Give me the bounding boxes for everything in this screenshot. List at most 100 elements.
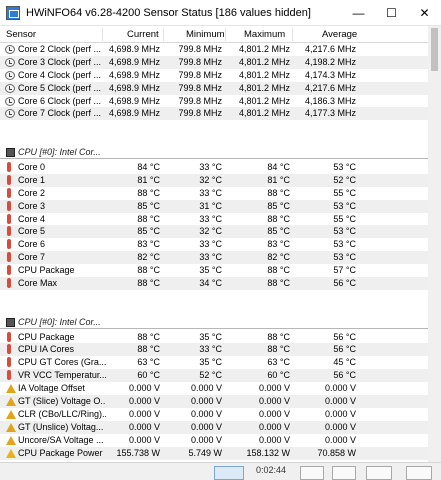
hwinfo-app-icon xyxy=(6,5,20,20)
thermometer-icon xyxy=(7,226,11,237)
minimize-button[interactable]: — xyxy=(342,0,375,26)
reset-button[interactable] xyxy=(366,466,392,480)
sensor-row[interactable]: CPU IA Cores 88 °C 33 °C 88 °C 56 °C xyxy=(0,343,428,357)
column-current[interactable]: Current xyxy=(127,26,159,43)
minimum-value: 34 °C xyxy=(199,278,222,289)
minimum-value: 0.000 V xyxy=(190,396,222,407)
current-value: 0.000 V xyxy=(128,408,160,419)
column-maximum[interactable]: Maximum xyxy=(244,26,285,43)
sensor-name: Core 1 xyxy=(18,174,46,185)
blank-row xyxy=(0,120,428,133)
current-value: 4,698.9 MHz xyxy=(108,95,160,106)
current-value: 83 °C xyxy=(137,239,160,250)
minimum-value: 31 °C xyxy=(199,200,222,211)
average-value: 0.000 V xyxy=(324,434,356,445)
thermometer-icon xyxy=(7,357,11,368)
sensors-layout-button[interactable] xyxy=(214,466,244,480)
sensor-row[interactable]: Core 4 88 °C 33 °C 88 °C 55 °C xyxy=(0,213,428,226)
sensor-row[interactable]: Core 2 Clock (perf ... 4,698.9 MHz 799.8 M… xyxy=(0,43,428,56)
sensor-row[interactable]: CLR (CBo/LLC/Ring)... 0.000 V 0.000 V 0.000… xyxy=(0,408,428,421)
current-value: 4,698.9 MHz xyxy=(108,108,160,119)
vertical-scrollbar[interactable] xyxy=(428,26,441,462)
sensor-name: Core 5 Clock (perf ... xyxy=(18,82,102,93)
maximum-value: 88 °C xyxy=(267,187,290,198)
maximum-value: 88 °C xyxy=(267,213,290,224)
current-value: 60 °C xyxy=(137,370,160,381)
column-divider[interactable] xyxy=(102,28,103,41)
column-divider[interactable] xyxy=(163,28,164,41)
sensor-row[interactable]: IA Cores Power153.629 W3.432 W153.629 W6… xyxy=(0,460,428,462)
minimum-value: 35 °C xyxy=(199,357,222,368)
minimum-value: 33 °C xyxy=(199,344,222,355)
voltage-icon xyxy=(6,422,16,432)
maximum-value: 4,801.2 MHz xyxy=(238,95,290,106)
column-sensor[interactable]: Sensor xyxy=(6,26,36,43)
column-average[interactable]: Average xyxy=(322,26,357,43)
close-button[interactable]: ✕ xyxy=(408,0,441,26)
sensor-row[interactable]: Core 6 83 °C 33 °C 83 °C 53 °C xyxy=(0,238,428,251)
average-value: 0.000 V xyxy=(324,383,356,394)
sensor-row[interactable]: Core 2 88 °C 33 °C 88 °C 55 °C xyxy=(0,187,428,200)
sensor-row[interactable]: Core Max 88 °C 34 °C 88 °C 56 °C xyxy=(0,277,428,290)
sensor-row[interactable]: Core 5 Clock (perf ... 4,698.9 MHz 799.8 M… xyxy=(0,81,428,95)
scrollbar-thumb[interactable] xyxy=(431,28,438,71)
maximum-value: 4,801.2 MHz xyxy=(238,44,290,54)
sensor-row[interactable]: Core 1 81 °C 32 °C 81 °C 52 °C xyxy=(0,173,428,187)
sensor-row[interactable]: CPU Package 88 °C 35 °C 88 °C 56 °C xyxy=(0,331,428,344)
sensor-row[interactable]: Core 5 85 °C 32 °C 85 °C 53 °C xyxy=(0,225,428,239)
thermometer-icon xyxy=(7,344,11,355)
average-value: 56 °C xyxy=(333,370,356,381)
average-value: 0.000 V xyxy=(324,408,356,419)
sensor-name: CPU Package Power xyxy=(18,447,103,458)
sensor-list[interactable]: Core 2 Clock (perf ... 4,698.9 MHz 799.8 M… xyxy=(0,43,428,461)
voltage-icon xyxy=(6,409,16,419)
sensor-row[interactable]: Uncore/SA Voltage ... 0.000 V 0.000 V 0.000… xyxy=(0,434,428,447)
sensor-row[interactable]: Core 4 Clock (perf ... 4,698.9 MHz 799.8 M… xyxy=(0,69,428,82)
sensor-row[interactable]: Core 0 84 °C 33 °C 84 °C 53 °C xyxy=(0,161,428,174)
average-value: 4,186.3 MHz xyxy=(304,95,356,106)
sensor-row[interactable]: CPU Package 88 °C 35 °C 88 °C 57 °C xyxy=(0,264,428,277)
sensor-row[interactable]: Core 7 82 °C 33 °C 82 °C 53 °C xyxy=(0,251,428,265)
sensor-row[interactable]: Core 6 Clock (perf ... 4,698.9 MHz 799.8 M… xyxy=(0,95,428,108)
close-sensors-button[interactable] xyxy=(406,466,432,480)
thermometer-icon xyxy=(7,265,11,276)
cpu-chip-icon xyxy=(6,148,15,158)
maximum-value: 88 °C xyxy=(267,344,290,355)
clock-icon xyxy=(5,57,15,67)
blank-row xyxy=(0,133,428,146)
sensor-row[interactable]: Core 7 Clock (perf ... 4,698.9 MHz 799.8 M… xyxy=(0,107,428,121)
sensor-row[interactable]: VR VCC Temperatur... 60 °C 52 °C 60 °C 56 °C xyxy=(0,369,428,383)
sensor-group-header[interactable]: CPU [#0]: Intel Cor... xyxy=(0,316,428,329)
column-divider[interactable] xyxy=(292,28,293,41)
minimum-value: 799.8 MHz xyxy=(178,44,222,54)
average-value: 56 °C xyxy=(333,331,356,342)
sensor-row[interactable]: GT (Unslice) Voltag... 0.000 V 0.000 V 0.00… xyxy=(0,420,428,434)
cpu-chip-icon xyxy=(6,317,15,327)
maximum-value: 4,801.2 MHz xyxy=(238,56,290,67)
maximize-button[interactable]: ☐ xyxy=(375,0,408,26)
sensor-row[interactable]: Core 3 85 °C 31 °C 85 °C 53 °C xyxy=(0,199,428,213)
title-bar: HWiNFO64 v6.28-4200 Sensor Status [186 v… xyxy=(0,0,441,26)
current-value: 81 °C xyxy=(137,174,160,185)
average-value: 0.000 V xyxy=(324,421,356,432)
blank-row xyxy=(0,290,428,303)
sensor-row[interactable]: GT (Slice) Voltage O... 0.000 V 0.000 V 0.0… xyxy=(0,395,428,408)
current-value: 85 °C xyxy=(137,226,160,237)
sensor-name: Core 4 Clock (perf ... xyxy=(18,69,102,80)
clock-icon[interactable] xyxy=(300,466,324,480)
maximum-value: 153.629 W xyxy=(228,460,290,462)
sensor-row[interactable]: IA Voltage Offset 0.000 V 0.000 V 0.000 V 0.… xyxy=(0,382,428,395)
average-value: 56 °C xyxy=(333,344,356,355)
column-divider[interactable] xyxy=(225,28,226,41)
sensor-group-header[interactable]: CPU [#0]: Intel Cor... xyxy=(0,146,428,160)
sensor-name: CPU Package xyxy=(18,331,75,342)
maximum-value: 4,801.2 MHz xyxy=(238,69,290,80)
column-minimum[interactable]: Minimum xyxy=(186,26,225,43)
sensor-row[interactable]: CPU GT Cores (Gra... 63 °C 35 °C 63 °C 45 °C xyxy=(0,356,428,369)
settings-button[interactable] xyxy=(332,466,356,480)
sensor-row[interactable]: Core 3 Clock (perf ... 4,698.9 MHz 799.8 M… xyxy=(0,55,428,69)
voltage-icon xyxy=(6,435,16,445)
average-value: 4,217.6 MHz xyxy=(304,82,356,93)
minimum-value: 799.8 MHz xyxy=(178,108,222,119)
sensor-row[interactable]: CPU Package Power 155.738 W 5.749 W 158.132… xyxy=(0,446,428,460)
